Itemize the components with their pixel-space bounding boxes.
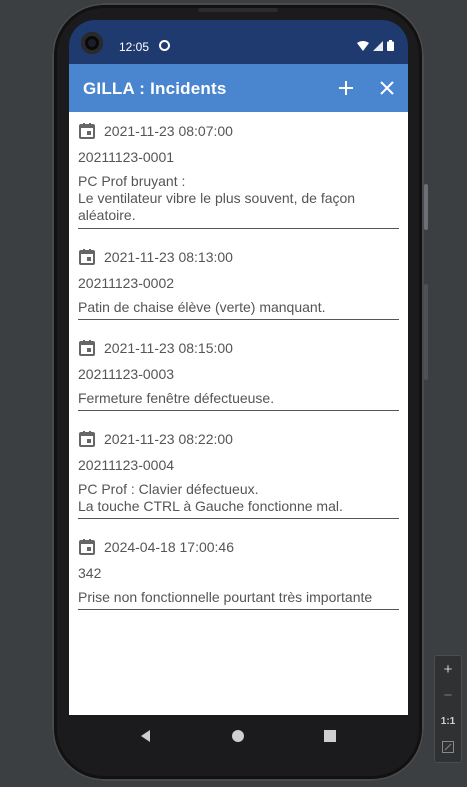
- item-description: PC Prof bruyant : Le ventilateur vibre l…: [78, 173, 356, 223]
- item-number: 20211123-0003: [78, 366, 175, 382]
- list-item[interactable]: 2021-11-23 08:13:00 20211123-0002 Patin …: [78, 238, 399, 320]
- navigation-bar: [69, 715, 408, 758]
- calendar-icon: [79, 431, 95, 447]
- front-camera: [81, 32, 103, 54]
- calendar-icon: [79, 249, 95, 265]
- item-date-row: 2021-11-23 08:15:00: [78, 339, 233, 357]
- item-description: Fermeture fenêtre défectueuse.: [78, 390, 275, 406]
- wifi-icon: [357, 40, 369, 51]
- plus-icon: [339, 81, 353, 95]
- item-date: 2024-04-18 17:00:46: [104, 539, 234, 555]
- item-number: 20211123-0004: [78, 457, 175, 473]
- item-number: 342: [78, 565, 102, 581]
- calendar-icon: [79, 340, 95, 356]
- calendar-icon: [79, 539, 95, 555]
- battery-icon: [387, 40, 394, 51]
- fit-screen-icon: [442, 741, 454, 753]
- recents-icon[interactable]: [322, 728, 338, 744]
- signal-icon: [373, 40, 383, 51]
- item-description: Patin de chaise élève (verte) manquant.: [78, 299, 326, 315]
- list-item[interactable]: 2021-11-23 08:15:00 20211123-0003 Fermet…: [78, 329, 399, 411]
- list-item[interactable]: 2021-11-23 08:22:00 20211123-0004 PC Pro…: [78, 420, 399, 519]
- item-description: Prise non fonctionnelle pourtant très im…: [78, 589, 373, 605]
- item-date-row: 2021-11-23 08:07:00: [78, 122, 233, 140]
- incident-list: 2021-11-23 08:07:00 20211123-0001 PC Pro…: [69, 112, 408, 715]
- add-button[interactable]: [332, 74, 360, 102]
- back-icon[interactable]: [138, 728, 154, 744]
- zoom-out-button[interactable]: −: [435, 682, 461, 708]
- close-button[interactable]: [373, 74, 401, 102]
- item-date: 2021-11-23 08:07:00: [104, 123, 233, 139]
- item-date: 2021-11-23 08:15:00: [104, 340, 233, 356]
- volume-button[interactable]: [424, 284, 428, 380]
- notification-icon: [159, 40, 170, 51]
- list-item[interactable]: 2024-04-18 17:00:46 342 Prise non foncti…: [78, 528, 399, 610]
- app-bar: GILLA : Incidents: [69, 64, 408, 112]
- list-item[interactable]: 2021-11-23 08:07:00 20211123-0001 PC Pro…: [78, 112, 399, 229]
- item-date: 2021-11-23 08:22:00: [104, 431, 233, 447]
- speaker-slit: [198, 8, 278, 12]
- power-button[interactable]: [424, 184, 428, 230]
- item-date-row: 2024-04-18 17:00:46: [78, 538, 234, 556]
- status-time: 12:05: [119, 40, 150, 54]
- item-date-row: 2021-11-23 08:22:00: [78, 430, 233, 448]
- actual-size-button[interactable]: 1:1: [435, 708, 461, 734]
- calendar-icon: [79, 123, 95, 139]
- fit-screen-button[interactable]: [435, 734, 461, 760]
- emulator-zoom-controls: + − 1:1: [434, 655, 462, 763]
- device-screen: 12:05 GILLA : Incidents 2021-11-23 08:07…: [69, 20, 408, 758]
- item-date: 2021-11-23 08:13:00: [104, 249, 233, 265]
- item-number: 20211123-0001: [78, 149, 175, 165]
- zoom-in-button[interactable]: +: [435, 656, 461, 682]
- item-number: 20211123-0002: [78, 275, 175, 291]
- home-icon[interactable]: [230, 728, 246, 744]
- close-icon: [380, 81, 394, 95]
- app-title: GILLA : Incidents: [83, 79, 227, 98]
- item-date-row: 2021-11-23 08:13:00: [78, 248, 233, 266]
- item-description: PC Prof : Clavier défectueux. La touche …: [78, 481, 343, 514]
- status-bar: 12:05: [69, 20, 408, 64]
